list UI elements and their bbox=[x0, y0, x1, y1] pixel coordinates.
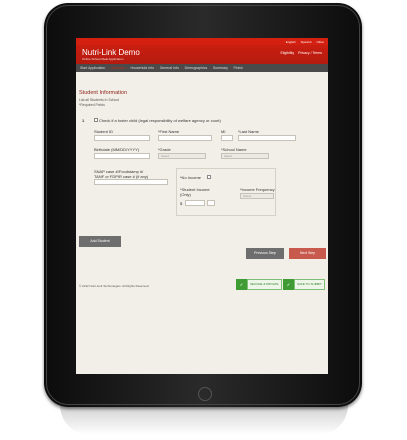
language-bar: English Spanish Other bbox=[76, 38, 328, 45]
required-note: *Required Fields bbox=[79, 103, 105, 107]
income-frequency-label: *Income Frequency bbox=[240, 187, 275, 192]
no-income-checkbox[interactable] bbox=[207, 175, 211, 179]
grade-select[interactable]: Select bbox=[158, 153, 206, 159]
safe-badge-icon: ✓ bbox=[283, 279, 294, 290]
nav-separator: » bbox=[180, 66, 183, 70]
language-link-english[interactable]: English bbox=[286, 40, 296, 44]
secure-badge-icon: ✓ bbox=[236, 279, 247, 290]
nav-item-students[interactable]: Students bbox=[111, 66, 125, 70]
grade-label: *Grade bbox=[158, 147, 171, 152]
header-links: Eligibility Privacy / Terms bbox=[281, 51, 322, 55]
nav-item-finish[interactable]: Finish bbox=[234, 66, 243, 70]
first-name-input[interactable] bbox=[158, 135, 212, 141]
birthdate-input[interactable] bbox=[94, 153, 150, 159]
student-income-label-only: (Only) bbox=[180, 192, 191, 197]
school-name-label: *School Name bbox=[221, 147, 247, 152]
nav-item-demographics[interactable]: Demographics bbox=[185, 66, 208, 70]
school-name-select[interactable]: Select bbox=[221, 153, 269, 159]
page-title: Student Information bbox=[79, 90, 128, 96]
nav-item-start-application[interactable]: Start Application bbox=[80, 66, 105, 70]
nav-separator: » bbox=[126, 66, 129, 70]
language-link-other[interactable]: Other bbox=[316, 40, 324, 44]
tablet-reflection bbox=[60, 405, 348, 435]
site-subtitle: Online School Meal Application bbox=[82, 57, 124, 61]
mi-input[interactable] bbox=[221, 135, 233, 141]
secure-badge: ✓ SECURE & PRIVATE bbox=[236, 279, 282, 290]
form-content: Student Information List all Students in… bbox=[76, 72, 328, 374]
student-id-label: Student ID bbox=[94, 129, 113, 134]
income-frequency-select[interactable]: Select bbox=[240, 193, 274, 199]
safe-badge-text: SAFE TO SUBMIT bbox=[294, 279, 325, 290]
nav-item-general-info[interactable]: General Info bbox=[160, 66, 179, 70]
first-name-label: *First Name bbox=[158, 129, 180, 134]
eligibility-link[interactable]: Eligibility bbox=[281, 51, 295, 55]
safe-badge: ✓ SAFE TO SUBMIT bbox=[283, 279, 325, 290]
income-cents-input[interactable] bbox=[207, 200, 215, 206]
list-note: List all Students in School bbox=[79, 98, 120, 102]
last-name-input[interactable] bbox=[238, 135, 296, 141]
next-step-button[interactable]: Next Step bbox=[289, 248, 326, 259]
nav-separator: » bbox=[209, 66, 211, 70]
birthdate-label: Birthdate (MM/DD/YYYY) bbox=[94, 147, 140, 152]
mi-label: MI bbox=[221, 129, 226, 134]
tablet-screen: English Spanish Other Nutri-Link Demo On… bbox=[76, 38, 328, 374]
language-link-spanish[interactable]: Spanish bbox=[301, 40, 312, 44]
nav-separator: » bbox=[107, 66, 109, 70]
student-id-input[interactable] bbox=[94, 135, 150, 141]
copyright-text: © 2012 Nutri-Link Technologies. All Righ… bbox=[79, 284, 150, 288]
site-title: Nutri-Link Demo bbox=[82, 48, 140, 57]
income-panel: *No Income *Student Income (Only) $ *Inc… bbox=[176, 168, 276, 216]
no-income-label: *No Income bbox=[180, 175, 201, 180]
last-name-label: *Last Name bbox=[238, 129, 259, 134]
privacy-terms-link[interactable]: Privacy / Terms bbox=[298, 51, 322, 55]
add-student-button[interactable]: Add Student bbox=[79, 236, 121, 247]
secure-badge-text: SECURE & PRIVATE bbox=[247, 279, 282, 290]
step-nav: Start Application » Students » Household… bbox=[76, 64, 328, 72]
student-row-number: 1 bbox=[82, 118, 85, 123]
income-dollars-input[interactable] bbox=[185, 200, 205, 206]
site-header: Nutri-Link Demo Online School Meal Appli… bbox=[76, 45, 328, 64]
snap-case-input[interactable] bbox=[94, 179, 168, 185]
nav-item-household-info[interactable]: Household Info bbox=[130, 66, 154, 70]
nav-separator: » bbox=[156, 66, 158, 70]
foster-label: Check if a foster child (legal responsib… bbox=[99, 118, 221, 123]
dollar-sign: $ bbox=[180, 201, 183, 206]
home-button bbox=[198, 387, 212, 401]
previous-step-button[interactable]: Previous Step bbox=[246, 248, 284, 259]
foster-checkbox[interactable] bbox=[94, 118, 98, 122]
nav-separator: » bbox=[229, 66, 232, 70]
nav-item-summary[interactable]: Summary bbox=[213, 66, 228, 70]
